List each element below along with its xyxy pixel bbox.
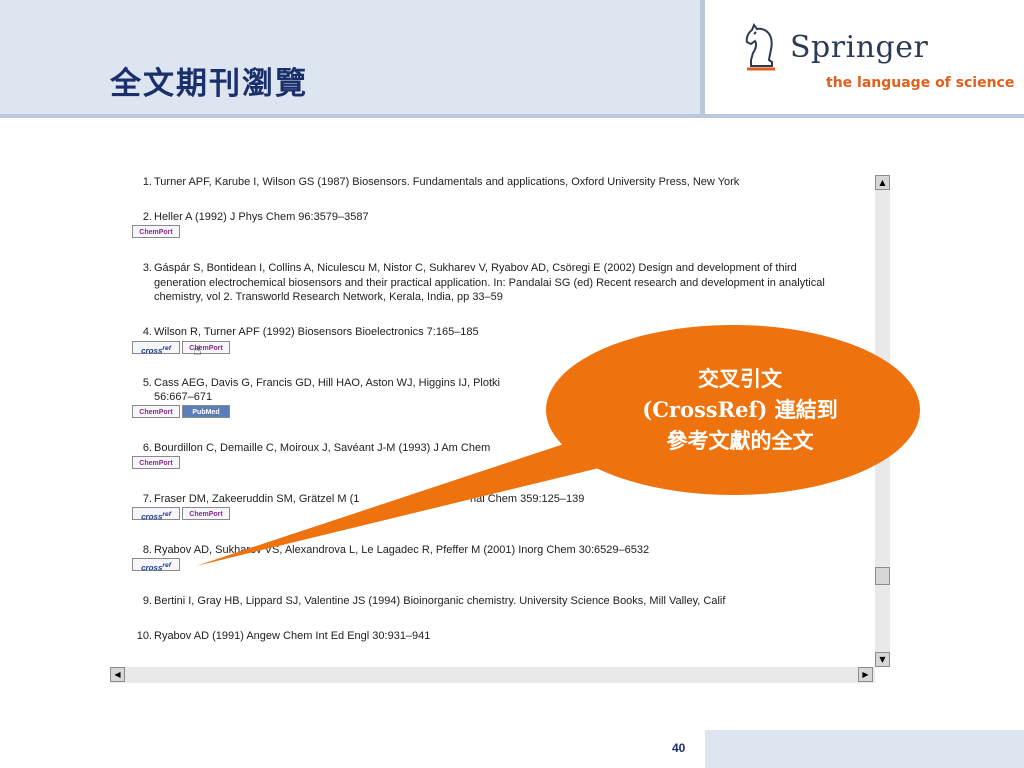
- springer-wordmark: Springer: [790, 30, 929, 65]
- scroll-right-icon[interactable]: ▶: [858, 667, 873, 682]
- reference-number: 7.: [142, 493, 152, 505]
- crossref-sup: ref: [162, 345, 171, 352]
- springer-tagline: the language of science: [826, 75, 1015, 91]
- reference-number: 6.: [142, 442, 152, 454]
- chemport-link-button[interactable]: ChemPort: [182, 341, 230, 354]
- callout-text: 交叉引文 (CrossRef) 連結到 參考文獻的全文: [590, 363, 890, 456]
- crossref-link-button[interactable]: crossref: [132, 341, 180, 356]
- header-band: [0, 0, 700, 114]
- crossref-link-button[interactable]: crossref: [132, 507, 180, 522]
- crossref-link-button[interactable]: crossref: [132, 558, 180, 573]
- callout-line: (CrossRef) 連結到: [642, 397, 838, 422]
- reference-text-tail: nal Chem 359:125–139: [470, 493, 585, 505]
- callout-line: 交叉引文: [698, 366, 782, 391]
- scroll-up-icon[interactable]: ▲: [875, 175, 890, 190]
- reference-number: 4.: [142, 326, 152, 338]
- reference-number: 5.: [142, 377, 152, 389]
- reference-links: crossref: [132, 558, 182, 573]
- reference-text: Turner APF, Karube I, Wilson GS (1987) B…: [154, 176, 740, 188]
- reference-number: 1.: [142, 176, 152, 188]
- callout-line: 參考文獻的全文: [666, 428, 814, 453]
- reference-text: Heller A (1992) J Phys Chem 96:3579–3587: [154, 211, 369, 223]
- page-number: 40: [672, 741, 686, 755]
- reference-links: ChemPort: [132, 456, 182, 470]
- chemport-link-button[interactable]: ChemPort: [132, 456, 180, 469]
- reference-text: Ryabov AD, Sukharev VS, Alexandrova L, L…: [154, 544, 650, 556]
- reference-links: crossref ChemPort: [132, 507, 232, 522]
- scroll-down-icon[interactable]: ▼: [875, 652, 890, 667]
- reference-number: 2.: [142, 211, 152, 223]
- hand-cursor-icon: ☝: [193, 343, 202, 359]
- reference-number: 3.: [142, 262, 152, 274]
- reference-number: 8.: [142, 544, 152, 556]
- reference-text: Gáspár S, Bontidean I, Collins A, Nicule…: [154, 262, 825, 303]
- pubmed-link-button[interactable]: PubMed: [182, 405, 230, 418]
- footer-band: [705, 730, 1024, 768]
- reference-text: Bertini I, Gray HB, Lippard SJ, Valentin…: [154, 595, 726, 607]
- chemport-link-button[interactable]: ChemPort: [132, 405, 180, 418]
- scroll-left-icon[interactable]: ◀: [110, 667, 125, 682]
- crossref-sup: ref: [162, 562, 171, 569]
- reference-text: Wilson R, Turner APF (1992) Biosensors B…: [154, 326, 479, 338]
- crossref-sup: ref: [162, 511, 171, 518]
- chemport-link-button[interactable]: ChemPort: [182, 507, 230, 520]
- knight-horse-icon: [745, 22, 775, 71]
- crossref-label: cross: [141, 346, 163, 356]
- header-rule: [0, 114, 1024, 118]
- reference-text: Ryabov AD (1991) Angew Chem Int Ed Engl …: [154, 630, 431, 642]
- crossref-label: cross: [141, 563, 163, 573]
- chemport-link-button[interactable]: ChemPort: [132, 225, 180, 238]
- reference-number: 10.: [136, 630, 152, 642]
- reference-links: ChemPort PubMed: [132, 405, 232, 419]
- reference-links: crossref ChemPort: [132, 341, 232, 356]
- crossref-label: cross: [141, 512, 163, 522]
- reference-number: 9.: [142, 595, 152, 607]
- reference-links: ChemPort: [132, 225, 182, 239]
- horizontal-scrollbar[interactable]: ◀ ▶: [110, 667, 875, 683]
- slide-title: 全文期刊瀏覽: [110, 66, 308, 102]
- scrollbar-thumb[interactable]: [875, 567, 890, 585]
